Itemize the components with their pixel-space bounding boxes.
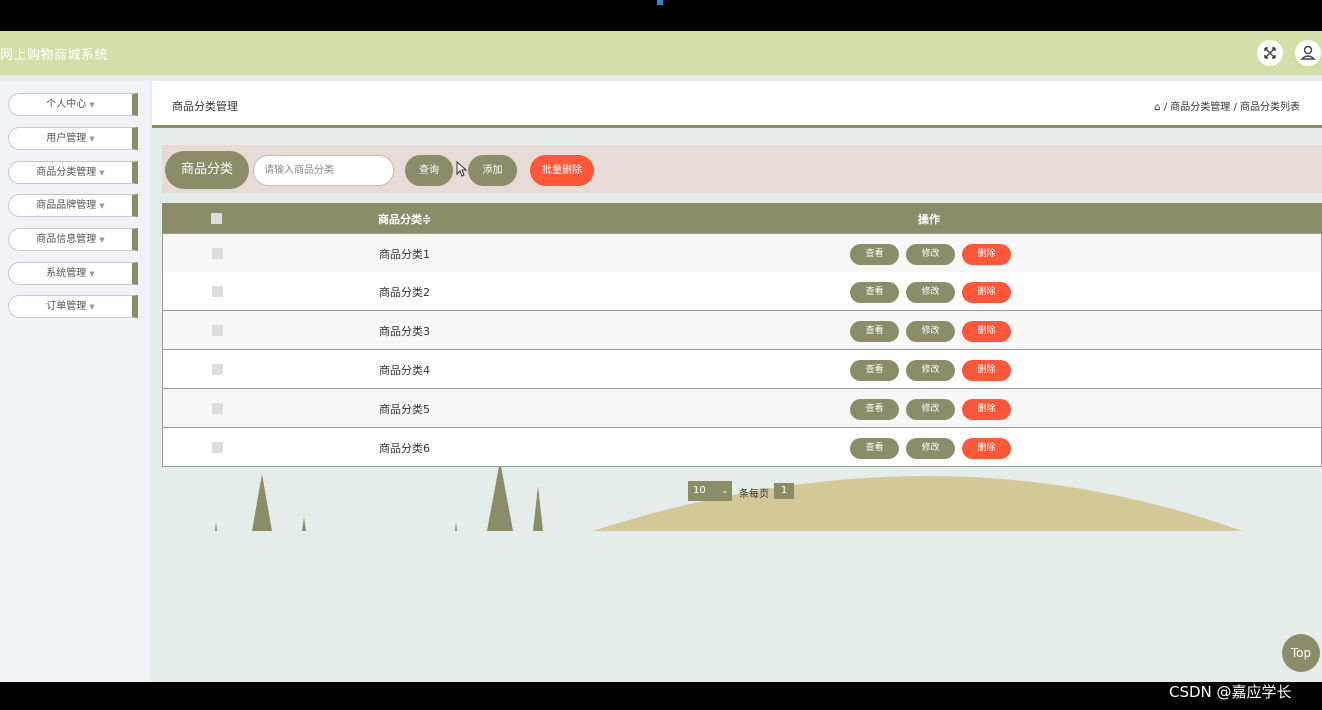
sidebar-item-label: 用户管理 xyxy=(46,133,87,144)
batch-delete-button[interactable]: 批量删除 xyxy=(530,155,594,186)
row-checkbox[interactable] xyxy=(212,364,223,375)
sidebar-item-label: 商品信息管理 xyxy=(36,234,97,245)
delete-button[interactable]: 删除 xyxy=(962,438,1011,459)
sidebar-item-label: 系统管理 xyxy=(46,268,87,279)
search-input[interactable] xyxy=(253,155,394,186)
category-cell: 商品分类6 xyxy=(379,442,430,455)
search-toolbar: 商品分类 查询 添加 批量删除 xyxy=(162,145,1322,193)
caret-down-icon: ▼ xyxy=(89,303,95,311)
app-title: 网上购物商城系统 xyxy=(0,48,109,63)
row-checkbox[interactable] xyxy=(212,325,223,336)
per-page-label: 条每页 xyxy=(739,489,769,500)
view-button[interactable]: 查看 xyxy=(850,399,899,420)
page-number-button[interactable]: 1 xyxy=(774,483,794,499)
query-button[interactable]: 查询 xyxy=(405,155,453,186)
sidebar-item-label: 个人中心 xyxy=(46,99,87,110)
category-cell: 商品分类3 xyxy=(379,325,430,338)
edit-button[interactable]: 修改 xyxy=(906,438,955,459)
category-cell: 商品分类2 xyxy=(379,286,430,299)
caret-down-icon: ▼ xyxy=(89,135,95,143)
delete-button[interactable]: 删除 xyxy=(962,360,1011,381)
fullscreen-icon[interactable] xyxy=(1257,40,1283,66)
row-checkbox[interactable] xyxy=(212,286,223,297)
view-button[interactable]: 查看 xyxy=(850,244,899,265)
table-row: 商品分类4 查看 修改 删除 xyxy=(162,350,1322,389)
sidebar-item-user-management[interactable]: 用户管理 ▼ xyxy=(8,127,138,150)
delete-button[interactable]: 删除 xyxy=(962,399,1011,420)
row-checkbox[interactable] xyxy=(212,442,223,453)
category-cell: 商品分类4 xyxy=(379,364,430,377)
app-window: 网上购物商城系统 个人中心 ▼ 用户管理 ▼ 商品分类管理 ▼ 商品品牌管理 ▼ 商品信… xyxy=(0,31,1322,682)
delete-button[interactable]: 删除 xyxy=(962,282,1011,303)
page-size-select[interactable]: 10 ⌄ xyxy=(688,481,732,501)
watermark: CSDN @嘉应学长 xyxy=(1169,683,1292,701)
sidebar-item-label: 商品品牌管理 xyxy=(36,200,97,211)
delete-button[interactable]: 删除 xyxy=(962,244,1011,265)
caret-down-icon: ▼ xyxy=(89,270,95,278)
sidebar-item-label: 订单管理 xyxy=(46,301,87,312)
table-row: 商品分类2 查看 修改 删除 xyxy=(162,272,1322,311)
chevron-down-icon: ⌄ xyxy=(721,486,728,495)
back-to-top-button[interactable]: Top xyxy=(1282,634,1320,672)
view-button[interactable]: 查看 xyxy=(850,438,899,459)
caret-down-icon: ▼ xyxy=(99,236,105,244)
delete-button[interactable]: 删除 xyxy=(962,321,1011,342)
edit-button[interactable]: 修改 xyxy=(906,399,955,420)
user-icon[interactable] xyxy=(1295,40,1321,66)
caret-down-icon: ▼ xyxy=(99,169,105,177)
table-row: 商品分类5 查看 修改 删除 xyxy=(162,389,1322,428)
mouse-cursor-icon xyxy=(456,161,468,177)
edit-button[interactable]: 修改 xyxy=(906,321,955,342)
top-bar: 网上购物商城系统 xyxy=(0,31,1322,75)
category-cell: 商品分类1 xyxy=(379,248,430,261)
view-button[interactable]: 查看 xyxy=(850,282,899,303)
table-row: 商品分类3 查看 修改 删除 xyxy=(162,311,1322,350)
select-all-checkbox[interactable] xyxy=(211,213,222,224)
table-row: 商品分类1 查看 修改 删除 xyxy=(162,233,1322,273)
row-checkbox[interactable] xyxy=(212,403,223,414)
view-button[interactable]: 查看 xyxy=(850,360,899,381)
sidebar: 个人中心 ▼ 用户管理 ▼ 商品分类管理 ▼ 商品品牌管理 ▼ 商品信息管理 ▼ 系统管理… xyxy=(0,81,150,682)
row-checkbox[interactable] xyxy=(212,248,223,259)
sidebar-item-product-management[interactable]: 商品信息管理 ▼ xyxy=(8,228,138,251)
edit-button[interactable]: 修改 xyxy=(906,360,955,381)
column-header-actions: 操作 xyxy=(918,213,940,226)
table-row: 商品分类6 查看 修改 删除 xyxy=(162,428,1322,467)
add-button[interactable]: 添加 xyxy=(468,155,517,186)
sort-icon[interactable]: ≑ xyxy=(422,213,431,226)
search-label: 商品分类 xyxy=(165,151,249,189)
sidebar-item-category-management[interactable]: 商品分类管理 ▼ xyxy=(8,161,138,184)
caret-down-icon: ▼ xyxy=(89,101,95,109)
top-edge-marker xyxy=(657,0,663,5)
sidebar-item-label: 商品分类管理 xyxy=(36,167,97,178)
view-button[interactable]: 查看 xyxy=(850,321,899,342)
main-content: 商品分类管理 ⌂ / 商品分类管理 / 商品分类列表 商品分类 查询 添加 批量… xyxy=(152,81,1322,682)
table-header: 商品分类≑ 操作 xyxy=(162,203,1322,233)
caret-down-icon: ▼ xyxy=(99,202,105,210)
category-cell: 商品分类5 xyxy=(379,403,430,416)
edit-button[interactable]: 修改 xyxy=(906,282,955,303)
sidebar-item-personal-center[interactable]: 个人中心 ▼ xyxy=(8,93,138,116)
sidebar-item-brand-management[interactable]: 商品品牌管理 ▼ xyxy=(8,194,138,217)
sidebar-item-system-management[interactable]: 系统管理 ▼ xyxy=(8,262,138,285)
column-header-category[interactable]: 商品分类≑ xyxy=(378,211,431,227)
sidebar-item-order-management[interactable]: 订单管理 ▼ xyxy=(8,295,138,318)
edit-button[interactable]: 修改 xyxy=(906,244,955,265)
